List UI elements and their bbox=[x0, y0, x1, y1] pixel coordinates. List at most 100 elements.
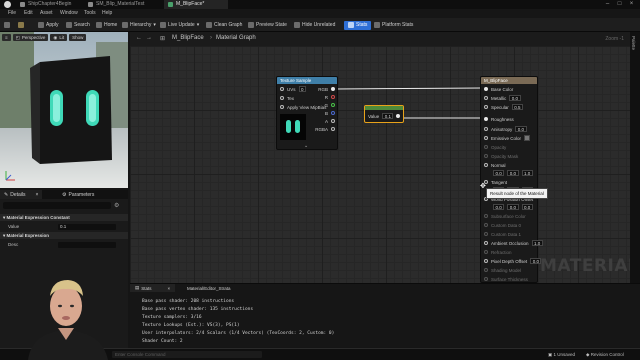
unreal-logo-icon[interactable] bbox=[4, 1, 11, 8]
viewport-options-button[interactable]: ≡ bbox=[2, 34, 11, 41]
section-expression[interactable]: ▾ Material Expression bbox=[0, 232, 128, 239]
menu-help[interactable]: Help bbox=[102, 10, 112, 16]
pin-apply-view-mipbias[interactable]: Apply View MipBias bbox=[280, 103, 326, 111]
pin-icon[interactable] bbox=[484, 105, 488, 109]
pin-icon[interactable] bbox=[484, 223, 488, 227]
breadcrumb-graph[interactable]: Material Graph bbox=[216, 35, 256, 41]
pin-opacity[interactable]: Opacity bbox=[484, 143, 506, 151]
close-icon[interactable]: × bbox=[628, 1, 635, 8]
tab-parameters[interactable]: ⚙ Parameters bbox=[58, 190, 98, 199]
tab-stats[interactable]: ▤ Stats × bbox=[130, 284, 176, 292]
pin-icon[interactable] bbox=[484, 259, 488, 263]
pin-icon[interactable] bbox=[484, 127, 488, 131]
pin-icon[interactable] bbox=[331, 111, 335, 115]
pin-icon[interactable] bbox=[331, 119, 335, 123]
wpo-z-field[interactable]: 0.0 bbox=[521, 204, 533, 210]
lit-button[interactable]: ◉ Lit bbox=[50, 34, 68, 41]
pin-icon[interactable] bbox=[280, 87, 284, 91]
pin-tex[interactable]: Tex bbox=[280, 94, 294, 102]
pin-custom-data-0[interactable]: Custom Data 0 bbox=[484, 221, 521, 229]
pin-icon[interactable] bbox=[396, 114, 401, 118]
pin-rgb[interactable]: RGB bbox=[318, 85, 335, 93]
pin-icon[interactable] bbox=[484, 241, 488, 245]
specular-field[interactable]: 0.5 bbox=[511, 104, 524, 110]
pin-icon[interactable] bbox=[331, 103, 335, 107]
pin-anisotropy[interactable]: Anisotropy 0.0 bbox=[484, 125, 527, 133]
property-desc-field[interactable] bbox=[58, 241, 116, 248]
pin-icon[interactable] bbox=[484, 277, 488, 281]
close-icon[interactable]: × bbox=[168, 286, 171, 291]
close-icon[interactable]: × bbox=[36, 192, 39, 198]
constant-value-field[interactable]: 0.1 bbox=[382, 113, 394, 119]
wpo-y-field[interactable]: 0.0 bbox=[507, 204, 519, 210]
pin-icon[interactable] bbox=[484, 136, 488, 140]
menu-asset[interactable]: Asset bbox=[40, 10, 53, 16]
property-value-field[interactable]: 0.1 bbox=[58, 223, 116, 230]
pin-ambient-occlusion[interactable]: Ambient Occlusion 1.0 bbox=[484, 239, 543, 247]
perspective-button[interactable]: ◰ Perspective bbox=[12, 34, 49, 41]
pin-icon[interactable] bbox=[484, 232, 488, 236]
pin-specular[interactable]: Specular 0.5 bbox=[484, 103, 524, 111]
normal-z-field[interactable]: 1.0 bbox=[521, 170, 533, 176]
pin-icon[interactable] bbox=[280, 96, 284, 100]
constant-node[interactable]: Value 0.1 bbox=[364, 105, 404, 123]
anisotropy-field[interactable]: 0.0 bbox=[515, 126, 527, 132]
pin-surface-thickness[interactable]: Surface Thickness bbox=[484, 275, 528, 283]
pin-icon[interactable] bbox=[484, 214, 488, 218]
pin-roughness[interactable]: Roughness bbox=[484, 115, 514, 123]
clean-graph-button[interactable]: Clean Graph bbox=[206, 21, 242, 29]
unsaved-indicator[interactable]: ▣ 1 Unsaved bbox=[548, 352, 575, 358]
details-search-input[interactable] bbox=[3, 202, 111, 209]
pin-metallic[interactable]: Metallic 0.0 bbox=[484, 94, 521, 102]
pin-normal[interactable]: Normal bbox=[484, 161, 506, 169]
pin-uvs[interactable]: UVs 0 bbox=[280, 85, 307, 93]
pin-g[interactable]: G bbox=[324, 101, 335, 109]
pin-icon[interactable] bbox=[331, 127, 335, 131]
settings-icon[interactable]: ⚙ bbox=[114, 202, 119, 209]
pin-icon[interactable] bbox=[484, 117, 488, 121]
pin-icon[interactable] bbox=[331, 87, 335, 91]
normal-y-field[interactable]: 0.0 bbox=[507, 170, 519, 176]
wpo-x-field[interactable]: 0.0 bbox=[493, 204, 505, 210]
pin-tangent[interactable]: Tangent bbox=[484, 178, 507, 186]
pin-icon[interactable] bbox=[331, 95, 335, 99]
live-update-button[interactable]: Live Update ▾ bbox=[160, 21, 199, 29]
revision-control-button[interactable]: ◆ Revision Control bbox=[586, 352, 624, 358]
platform-stats-button[interactable]: Platform Stats bbox=[374, 21, 413, 29]
pin-opacity-mask[interactable]: Opacity Mask bbox=[484, 152, 518, 160]
pin-subsurface-color[interactable]: Subsurface Color bbox=[484, 212, 526, 220]
home-button[interactable]: Home bbox=[96, 21, 117, 29]
pin-pixel-depth-offset[interactable]: Pixel Depth Offset 0.0 bbox=[484, 257, 542, 265]
texture-sample-node[interactable]: Texture Sample UVs 0 Tex Apply View MipB… bbox=[276, 76, 338, 150]
tab-substrate[interactable]: Material/Editor_Strata bbox=[182, 284, 236, 292]
search-button[interactable]: Search bbox=[66, 21, 90, 29]
section-constant[interactable]: ▾ Material Expression Constant bbox=[0, 214, 128, 221]
pin-base-color[interactable]: Base Color bbox=[484, 85, 513, 93]
maximize-icon[interactable]: □ bbox=[616, 1, 623, 8]
emissive-color-swatch[interactable] bbox=[524, 135, 531, 141]
normal-x-field[interactable]: 0.0 bbox=[493, 170, 505, 176]
pin-icon[interactable] bbox=[484, 145, 488, 149]
browse-button[interactable] bbox=[18, 21, 24, 29]
pin-icon[interactable] bbox=[484, 96, 488, 100]
pin-icon[interactable] bbox=[484, 87, 488, 91]
palette-tab[interactable]: Palette bbox=[631, 36, 636, 50]
graph-grid-icon[interactable]: ⊞ bbox=[160, 35, 165, 42]
pin-icon[interactable] bbox=[484, 154, 488, 158]
save-button[interactable] bbox=[4, 21, 10, 29]
pin-a[interactable]: A bbox=[325, 117, 335, 125]
pin-icon[interactable] bbox=[484, 268, 488, 272]
pin-b[interactable]: B bbox=[325, 109, 335, 117]
preview-viewport[interactable]: ≡ ◰ Perspective ◉ Lit Show bbox=[0, 32, 128, 188]
menu-window[interactable]: Window bbox=[60, 10, 78, 16]
stats-button[interactable]: Stats bbox=[344, 20, 372, 30]
preview-state-button[interactable]: Preview State bbox=[248, 21, 287, 29]
minimize-icon[interactable]: – bbox=[604, 1, 611, 8]
pin-shading-model[interactable]: Shading Model bbox=[484, 266, 521, 274]
pin-custom-data-1[interactable]: Custom Data 1 bbox=[484, 230, 521, 238]
material-graph-canvas[interactable]: Texture Sample UVs 0 Tex Apply View MipB… bbox=[130, 46, 630, 283]
tab-static-mesh[interactable]: SM_Blip_MaterialTest bbox=[84, 0, 149, 9]
pin-rgba[interactable]: RGBA bbox=[315, 125, 335, 133]
hide-unrelated-button[interactable]: Hide Unrelated bbox=[294, 21, 335, 29]
menu-edit[interactable]: Edit bbox=[24, 10, 33, 16]
